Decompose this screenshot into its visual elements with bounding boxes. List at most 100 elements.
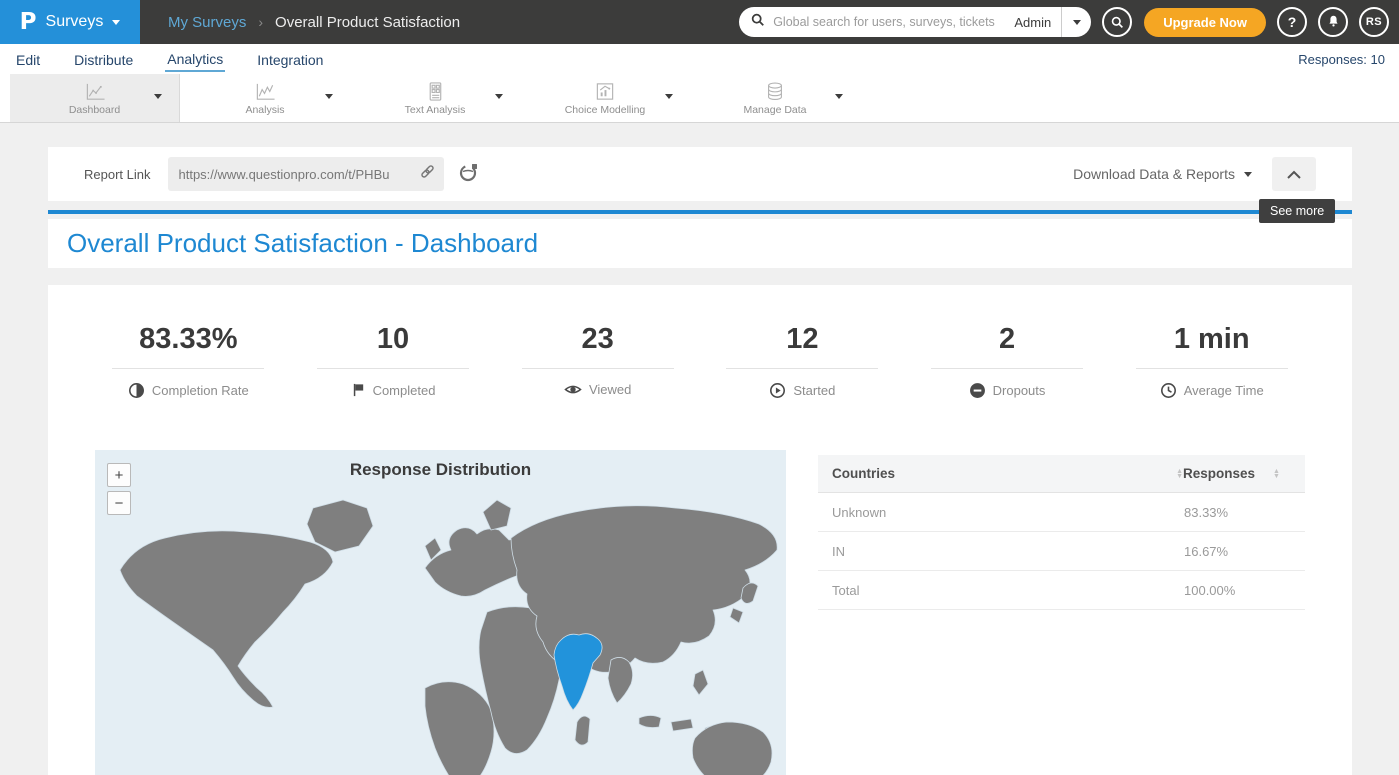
flag-icon	[351, 382, 366, 398]
search-button[interactable]	[1102, 7, 1132, 37]
stat-started: 12 Started	[700, 323, 905, 399]
globe-icon[interactable]	[459, 162, 479, 187]
see-more-tooltip: See more	[1259, 199, 1335, 223]
chevron-down-icon[interactable]	[835, 94, 843, 99]
global-search: Admin	[739, 7, 1091, 37]
framed-chart-icon	[593, 80, 617, 102]
search-input[interactable]	[773, 15, 1004, 29]
stat-dropouts: 2 Dropouts	[905, 323, 1110, 399]
stat-label: Started	[793, 383, 835, 398]
stat-value: 10	[377, 323, 409, 356]
notifications-button[interactable]	[1318, 7, 1348, 37]
table-row: Total 100.00%	[818, 571, 1305, 610]
chevron-down-icon[interactable]	[325, 94, 333, 99]
chevron-down-icon	[1244, 172, 1252, 177]
eye-icon	[564, 382, 582, 397]
stat-viewed: 23 Viewed	[495, 323, 700, 399]
product-label: Surveys	[46, 13, 104, 31]
nav-item-distribute[interactable]: Distribute	[72, 48, 135, 71]
country-india	[554, 634, 602, 710]
table-row: IN 16.67%	[818, 532, 1305, 571]
report-link-label: Report Link	[84, 167, 150, 182]
analytics-toolbar: Dashboard Analysis Text Analysis Choice …	[0, 74, 1399, 123]
search-icon	[751, 13, 765, 32]
response-distribution-map[interactable]: Response Distribution + −	[95, 450, 786, 775]
chevron-down-icon[interactable]	[665, 94, 673, 99]
report-url-input[interactable]	[178, 167, 419, 182]
download-label: Download Data & Reports	[1073, 166, 1235, 182]
search-scope-admin[interactable]: Admin	[1004, 15, 1061, 30]
country-cell: Total	[832, 583, 1183, 598]
responses-count: Responses: 10	[1298, 52, 1385, 67]
stat-value: 2	[999, 323, 1015, 356]
tool-analysis[interactable]: Analysis	[180, 74, 350, 122]
blue-divider	[48, 210, 1352, 214]
stat-value: 12	[786, 323, 818, 356]
link-icon[interactable]	[419, 163, 436, 185]
sort-icon[interactable]: ▲▼	[1176, 469, 1183, 479]
country-cell: Unknown	[832, 505, 1183, 520]
stat-label: Average Time	[1184, 383, 1264, 398]
stat-label: Viewed	[589, 382, 631, 397]
collapse-toolbar-button[interactable]	[1272, 157, 1316, 191]
logo-surveys-menu[interactable]: P Surveys	[0, 0, 140, 44]
database-icon	[764, 80, 786, 102]
minus-circle-icon	[969, 382, 986, 399]
stats-row: 83.33% Completion Rate 10 Completed 23	[86, 323, 1314, 399]
questionpro-logo-icon: P	[20, 9, 37, 35]
breadcrumb-my-surveys[interactable]: My Surveys	[168, 14, 246, 31]
countries-table: Countries ▲▼ Responses ▲▼ Unknown 83.33%…	[818, 455, 1305, 610]
stat-completed: 10 Completed	[291, 323, 496, 399]
world-map[interactable]	[95, 450, 786, 775]
stat-completion-rate: 83.33% Completion Rate	[86, 323, 291, 399]
page-title: Overall Product Satisfaction - Dashboard	[48, 228, 538, 259]
stat-value: 1 min	[1174, 323, 1250, 356]
bell-icon	[1327, 14, 1340, 31]
responses-cell: 83.33%	[1183, 505, 1291, 520]
download-data-reports-dropdown[interactable]: Download Data & Reports	[1073, 166, 1252, 182]
report-link-bar: Report Link Download Data & Reports	[48, 147, 1352, 201]
tool-label: Choice Modelling	[565, 104, 646, 116]
help-button[interactable]: ?	[1277, 7, 1307, 37]
tool-text-analysis[interactable]: Text Analysis	[350, 74, 520, 122]
document-grid-icon	[424, 80, 446, 102]
map-zoom-in-button[interactable]: +	[107, 463, 131, 487]
chevron-up-icon	[1286, 170, 1302, 179]
column-header-countries[interactable]: Countries ▲▼	[832, 466, 1183, 481]
tool-label: Dashboard	[69, 104, 120, 116]
chevron-down-icon[interactable]	[495, 94, 503, 99]
nav-item-integration[interactable]: Integration	[255, 48, 325, 71]
upgrade-now-button[interactable]: Upgrade Now	[1144, 8, 1266, 37]
nav-item-edit[interactable]: Edit	[14, 48, 42, 71]
report-url-box	[168, 157, 444, 191]
tool-manage-data[interactable]: Manage Data	[690, 74, 860, 122]
nav-item-analytics[interactable]: Analytics	[165, 47, 225, 72]
contrast-icon	[128, 382, 145, 399]
column-header-responses[interactable]: Responses ▲▼	[1183, 466, 1291, 481]
stat-value: 83.33%	[139, 323, 237, 356]
dashboard-card: 83.33% Completion Rate 10 Completed 23	[48, 285, 1352, 775]
tool-choice-modelling[interactable]: Choice Modelling	[520, 74, 690, 122]
breadcrumb-separator-icon: ›	[258, 14, 263, 30]
country-cell: IN	[832, 544, 1183, 559]
topbar: P Surveys My Surveys › Overall Product S…	[0, 0, 1399, 44]
breadcrumb-current: Overall Product Satisfaction	[275, 14, 460, 31]
stat-average-time: 1 min Average Time	[1109, 323, 1314, 399]
stat-label: Completion Rate	[152, 383, 249, 398]
tool-label: Text Analysis	[405, 104, 466, 116]
user-avatar[interactable]: RS	[1359, 7, 1389, 37]
search-scope-dropdown[interactable]	[1061, 7, 1091, 37]
responses-cell: 16.67%	[1183, 544, 1291, 559]
sort-icon[interactable]: ▲▼	[1273, 469, 1280, 479]
map-title: Response Distribution	[95, 450, 786, 480]
chevron-down-icon[interactable]	[154, 94, 162, 99]
clock-icon	[1160, 382, 1177, 399]
tool-dashboard[interactable]: Dashboard	[10, 74, 180, 122]
map-zoom-out-button[interactable]: −	[107, 491, 131, 515]
title-band: Overall Product Satisfaction - Dashboard	[48, 219, 1352, 268]
chevron-down-icon	[112, 20, 120, 25]
breadcrumb: My Surveys › Overall Product Satisfactio…	[168, 14, 460, 31]
tool-label: Manage Data	[743, 104, 806, 116]
zigzag-chart-icon	[253, 80, 277, 102]
tool-label: Analysis	[245, 104, 284, 116]
